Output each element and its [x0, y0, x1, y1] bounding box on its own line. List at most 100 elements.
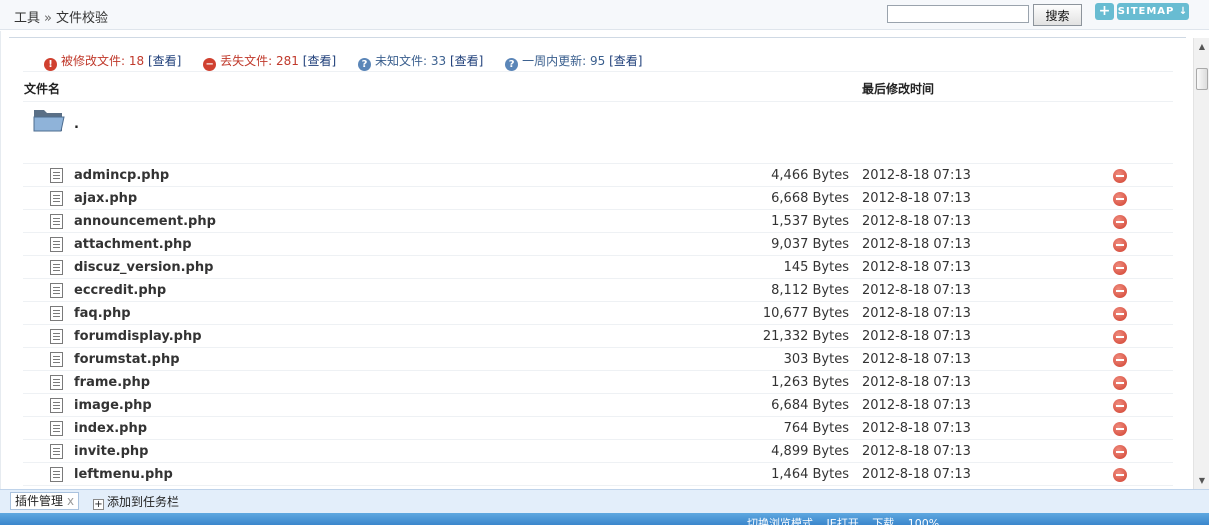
- plus-icon: +: [93, 499, 104, 510]
- breadcrumb-root[interactable]: 工具: [14, 11, 40, 26]
- file-name[interactable]: discuz_version.php: [74, 260, 213, 275]
- breadcrumb-current: 文件校验: [55, 11, 108, 26]
- remove-icon[interactable]: [1113, 261, 1127, 275]
- file-row: index.php 764 Bytes 2012-8-18 07:13: [23, 417, 1173, 440]
- plugin-taskbar: 插件管理 x + 添加到任务栏: [0, 489, 1209, 513]
- zoom-level[interactable]: 100%: [908, 517, 939, 525]
- folder-open-icon[interactable]: [33, 107, 65, 133]
- remove-icon[interactable]: [1113, 376, 1127, 390]
- file-name[interactable]: attachment.php: [74, 237, 192, 252]
- file-modified-date: 2012-8-18 07:13: [862, 260, 971, 275]
- file-modified-date: 2012-8-18 07:13: [862, 237, 971, 252]
- file-icon: [50, 375, 63, 390]
- open-in-ie-button[interactable]: IE打开: [827, 517, 859, 525]
- file-modified-date: 2012-8-18 07:13: [862, 329, 971, 344]
- sitemap-button[interactable]: SITEMAP ↓: [1117, 3, 1189, 20]
- file-icon: [50, 260, 63, 275]
- file-name[interactable]: invite.php: [74, 444, 148, 459]
- switch-mode-button[interactable]: 切换浏览模式: [747, 517, 813, 525]
- file-modified-date: 2012-8-18 07:13: [862, 214, 971, 229]
- remove-icon[interactable]: [1113, 445, 1127, 459]
- search-input[interactable]: [887, 5, 1029, 23]
- file-name[interactable]: forumstat.php: [74, 352, 180, 367]
- file-row: faq.php 10,677 Bytes 2012-8-18 07:13: [23, 302, 1173, 325]
- file-row: image.php 6,684 Bytes 2012-8-18 07:13: [23, 394, 1173, 417]
- panel-border: [9, 37, 1186, 38]
- remove-icon[interactable]: [1113, 330, 1127, 344]
- view-missing-link[interactable]: [查看]: [303, 54, 336, 68]
- file-name[interactable]: admincp.php: [74, 168, 169, 183]
- top-toolbar: 工具 » 文件校验 搜索 + SITEMAP ↓: [0, 0, 1209, 30]
- search-button[interactable]: 搜索: [1033, 4, 1082, 26]
- remove-icon[interactable]: [1113, 169, 1127, 183]
- remove-icon[interactable]: [1113, 468, 1127, 482]
- file-modified-date: 2012-8-18 07:13: [862, 398, 971, 413]
- file-row: eccredit.php 8,112 Bytes 2012-8-18 07:13: [23, 279, 1173, 302]
- file-size: 1,263 Bytes: [771, 375, 849, 390]
- file-check-panel: ! 被修改文件: 18 [查看] − 丢失文件: 281 [查看] ? 未知文件: 3…: [0, 31, 1193, 489]
- file-name[interactable]: index.php: [74, 421, 147, 436]
- file-modified-date: 2012-8-18 07:13: [862, 467, 971, 482]
- scroll-up-arrow-icon[interactable]: ▲: [1194, 38, 1209, 55]
- file-name[interactable]: announcement.php: [74, 214, 216, 229]
- remove-icon[interactable]: [1113, 399, 1127, 413]
- plugin-manager-tab[interactable]: 插件管理 x: [10, 492, 80, 510]
- file-row: leftmenu.php 1,464 Bytes 2012-8-18 07:13: [23, 463, 1173, 486]
- file-name[interactable]: eccredit.php: [74, 283, 166, 298]
- question-icon: ?: [505, 58, 519, 71]
- file-modified-date: 2012-8-18 07:13: [862, 283, 971, 298]
- file-row: attachment.php 9,037 Bytes 2012-8-18 07:13: [23, 233, 1173, 256]
- plugin-manager-tab-label: 插件管理: [15, 494, 64, 508]
- remove-icon[interactable]: [1113, 215, 1127, 229]
- file-name[interactable]: image.php: [74, 398, 152, 413]
- column-header-modified: 最后修改时间: [862, 82, 935, 96]
- file-icon: [50, 444, 63, 459]
- file-name[interactable]: leftmenu.php: [74, 467, 173, 482]
- file-size: 10,677 Bytes: [762, 306, 849, 321]
- stat-missing: − 丢失文件: 281 [查看]: [203, 52, 336, 71]
- file-list: admincp.php 4,466 Bytes 2012-8-18 07:13 aja…: [1, 164, 1193, 486]
- stat-unknown-label: 未知文件: 33: [374, 54, 447, 68]
- remove-icon[interactable]: [1113, 353, 1127, 367]
- divider: [23, 71, 1173, 72]
- file-icon: [50, 168, 63, 183]
- file-icon: [50, 306, 63, 321]
- close-icon[interactable]: x: [67, 494, 74, 508]
- vertical-scrollbar[interactable]: ▲ ▼: [1193, 38, 1209, 489]
- file-name[interactable]: faq.php: [74, 306, 131, 321]
- remove-icon[interactable]: [1113, 422, 1127, 436]
- file-row: invite.php 4,899 Bytes 2012-8-18 07:13: [23, 440, 1173, 463]
- view-modified-link[interactable]: [查看]: [148, 54, 181, 68]
- view-unknown-link[interactable]: [查看]: [450, 54, 483, 68]
- remove-icon[interactable]: [1113, 284, 1127, 298]
- add-shortcut-button[interactable]: +: [1095, 3, 1114, 20]
- stat-unknown: ? 未知文件: 33 [查看]: [357, 52, 483, 71]
- file-size: 145 Bytes: [783, 260, 849, 275]
- file-modified-date: 2012-8-18 07:13: [862, 168, 971, 183]
- file-icon: [50, 283, 63, 298]
- download-button[interactable]: 下载: [872, 517, 894, 525]
- scrollbar-thumb[interactable]: [1196, 68, 1208, 90]
- file-name[interactable]: ajax.php: [74, 191, 137, 206]
- file-icon: [50, 237, 63, 252]
- remove-icon[interactable]: [1113, 238, 1127, 252]
- file-row: discuz_version.php 145 Bytes 2012-8-18 07:…: [23, 256, 1173, 279]
- status-items: 切换浏览模式 IE打开 下载 100%: [747, 515, 949, 525]
- file-size: 9,037 Bytes: [771, 237, 849, 252]
- file-name[interactable]: forumdisplay.php: [74, 329, 202, 344]
- file-size: 21,332 Bytes: [762, 329, 849, 344]
- remove-icon[interactable]: [1113, 192, 1127, 206]
- add-to-taskbar-button[interactable]: + 添加到任务栏: [93, 493, 179, 510]
- folder-name[interactable]: .: [74, 117, 79, 132]
- file-row: forumstat.php 303 Bytes 2012-8-18 07:13: [23, 348, 1173, 371]
- browser-status-bar: 切换浏览模式 IE打开 下载 100%: [0, 513, 1209, 525]
- file-size: 764 Bytes: [783, 421, 849, 436]
- file-name[interactable]: frame.php: [74, 375, 150, 390]
- file-icon: [50, 421, 63, 436]
- file-modified-date: 2012-8-18 07:13: [862, 421, 971, 436]
- view-recent-link[interactable]: [查看]: [609, 54, 642, 68]
- stat-modified-label: 被修改文件: 18: [61, 54, 145, 68]
- scroll-down-arrow-icon[interactable]: ▼: [1194, 472, 1209, 489]
- divider: [23, 101, 1173, 102]
- remove-icon[interactable]: [1113, 307, 1127, 321]
